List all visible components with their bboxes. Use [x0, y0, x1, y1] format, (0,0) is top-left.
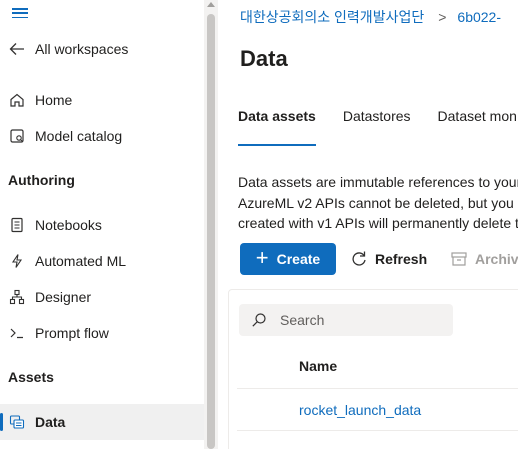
sidebar-item-notebooks[interactable]: Notebooks [0, 207, 204, 243]
create-button[interactable]: + Create [240, 243, 336, 275]
sidebar-item-automated-ml[interactable]: Automated ML [0, 243, 204, 279]
page-title: Data [240, 46, 288, 71]
table-row-name-link[interactable]: rocket_launch_data [299, 402, 421, 418]
scroll-up-arrow-icon[interactable] [207, 2, 215, 7]
description-line: created with v1 APIs will permanently de… [238, 215, 518, 231]
column-header-name[interactable]: Name [299, 358, 337, 374]
scrollbar-thumb[interactable] [207, 14, 215, 449]
section-title-authoring: Authoring [8, 172, 75, 188]
section-title-assets: Assets [8, 369, 54, 385]
tab-datastores[interactable]: Datastores [343, 106, 411, 138]
breadcrumb: 대한상공회의소 인력개발사업단 > 6b022- [240, 7, 501, 27]
header-divider [237, 388, 518, 389]
hamburger-menu-icon[interactable] [11, 6, 29, 20]
description-line: Data assets are immutable references to … [238, 174, 518, 190]
designer-icon [8, 288, 26, 306]
refresh-button[interactable]: Refresh [350, 243, 427, 275]
catalog-icon [8, 127, 26, 145]
refresh-icon [350, 250, 368, 268]
sidebar-item-prompt-flow[interactable]: Prompt flow [0, 315, 204, 351]
tab-list: Data assets Datastores Dataset mon [238, 106, 518, 146]
automl-icon [8, 252, 26, 270]
sidebar-item-label: Designer [35, 289, 92, 305]
sidebar-item-label: Automated ML [35, 253, 127, 269]
search-input[interactable]: Search [239, 304, 453, 336]
tab-data-assets[interactable]: Data assets [238, 106, 316, 146]
archive-button[interactable]: Archive [450, 243, 518, 275]
all-workspaces-link[interactable]: All workspaces [0, 31, 204, 67]
sidebar-item-data[interactable]: Data [0, 404, 204, 440]
notebook-icon [8, 216, 26, 234]
breadcrumb-separator: > [438, 9, 447, 25]
data-assets-list-card: Search Name rocket_launch_data [228, 289, 518, 449]
arrow-left-icon [8, 40, 26, 58]
sidebar-item-model-catalog[interactable]: Model catalog [0, 118, 204, 154]
prompt-flow-icon [8, 324, 26, 342]
search-icon [251, 312, 267, 333]
search-placeholder: Search [280, 312, 325, 328]
home-icon [8, 91, 26, 109]
sidebar-item-label: Prompt flow [35, 325, 109, 341]
sidebar-scrollbar[interactable] [204, 0, 218, 449]
sidebar-item-home[interactable]: Home [0, 82, 204, 118]
description-line: AzureML v2 APIs cannot be deleted, but y… [238, 194, 518, 211]
sidebar-item-label: Home [35, 92, 73, 108]
archive-icon [450, 250, 468, 268]
left-nav: All workspaces Home Model catalog Author… [0, 0, 204, 449]
refresh-button-label: Refresh [375, 251, 428, 267]
sidebar-item-label: Notebooks [35, 217, 102, 233]
row-divider [237, 430, 518, 431]
tab-dataset-monitors[interactable]: Dataset mon [438, 106, 517, 138]
create-button-label: Create [276, 251, 321, 267]
sidebar-item-designer[interactable]: Designer [0, 279, 204, 315]
main-content: 대한상공회의소 인력개발사업단 > 6b022- Data Data asset… [218, 0, 518, 449]
breadcrumb-workspace-link[interactable]: 대한상공회의소 인력개발사업단 [240, 7, 424, 27]
data-icon [8, 413, 26, 431]
toolbar: + Create Refresh Archive [228, 238, 518, 280]
all-workspaces-label: All workspaces [35, 41, 129, 57]
sidebar-item-label: Model catalog [35, 128, 123, 144]
breadcrumb-resource-link[interactable]: 6b022- [457, 9, 501, 25]
description-text: Data assets are immutable references to … [238, 172, 518, 234]
sidebar-item-label: Data [35, 414, 66, 430]
archive-button-label: Archive [475, 251, 518, 267]
plus-icon: + [255, 245, 269, 270]
